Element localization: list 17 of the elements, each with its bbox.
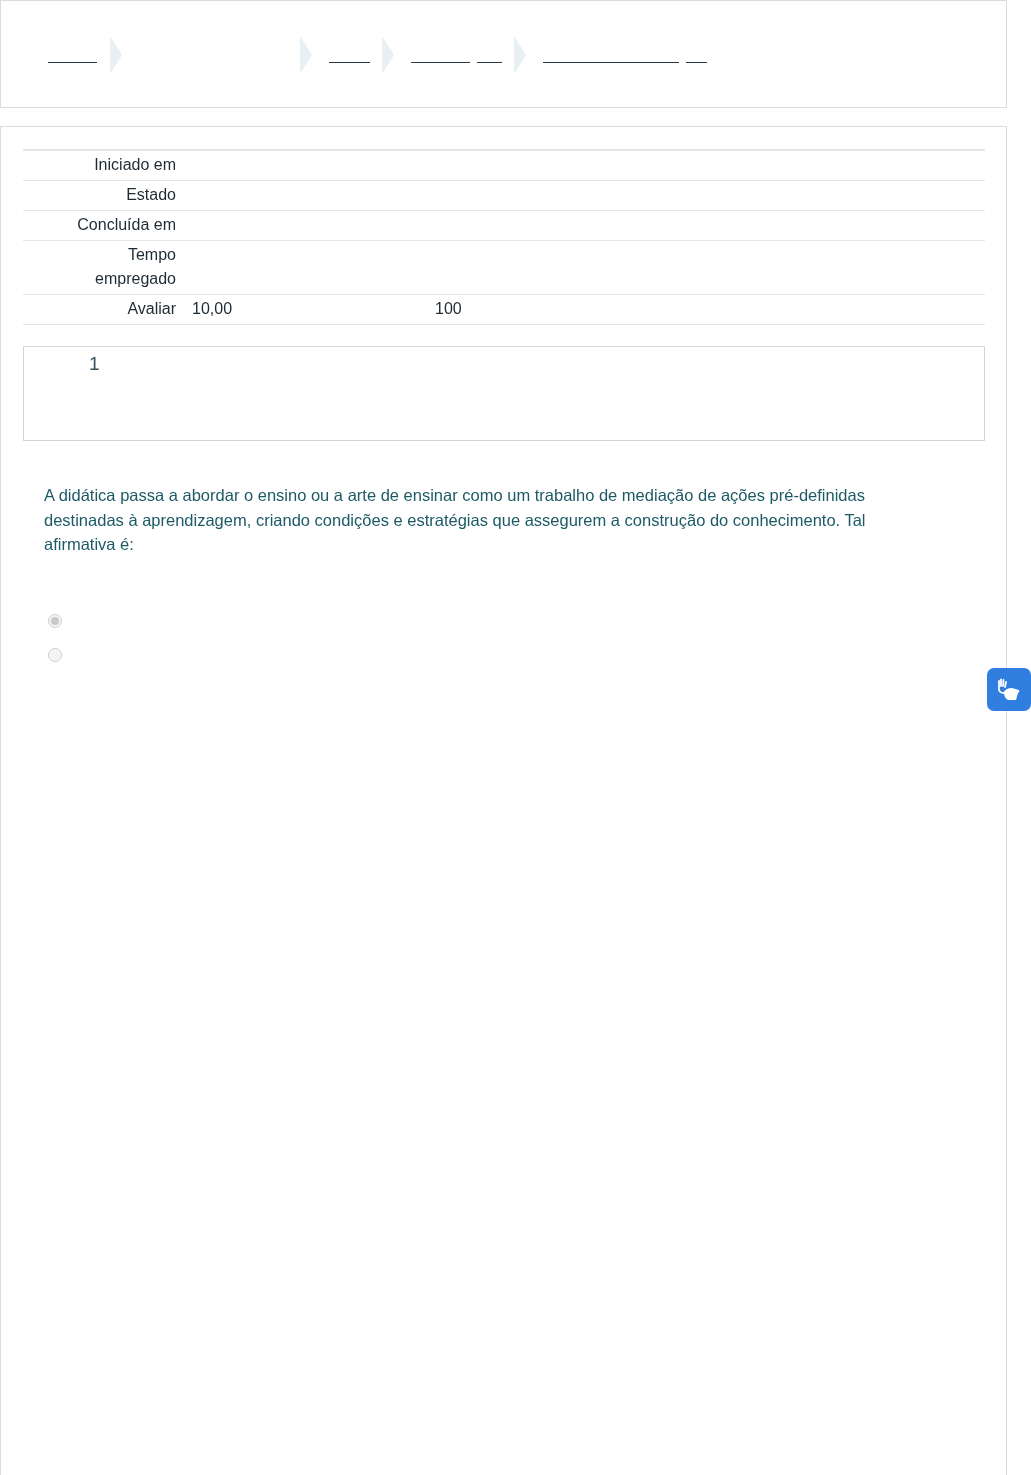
row-label: Concluída em (77, 215, 176, 235)
sign-language-button[interactable] (987, 668, 1031, 711)
link-underline[interactable] (48, 62, 97, 63)
row-label: Avaliar (127, 299, 176, 319)
link-underline[interactable] (686, 62, 707, 63)
row-value: 100 (435, 299, 462, 319)
link-underline[interactable] (329, 62, 370, 63)
question-text: A didática passa a abordar o ensino ou a arte de ensinar como um trabalho de mediação de ações pré-definidas destinadas à aprendizagem, criando condições e estratégias que assegurem a construção do conhecimento. Tal afirmativa é: (44, 485, 867, 555)
row-label: Tempo empregado (94, 245, 176, 289)
link-underline[interactable] (411, 62, 470, 63)
row-label: Estado (126, 185, 176, 205)
link-underline[interactable] (543, 62, 679, 63)
row-label: Iniciado em (94, 155, 176, 175)
question-number: 1 (89, 353, 100, 374)
hands-icon (996, 677, 1022, 702)
link-underline[interactable] (477, 62, 502, 63)
row-value: 10,00 (192, 299, 233, 319)
